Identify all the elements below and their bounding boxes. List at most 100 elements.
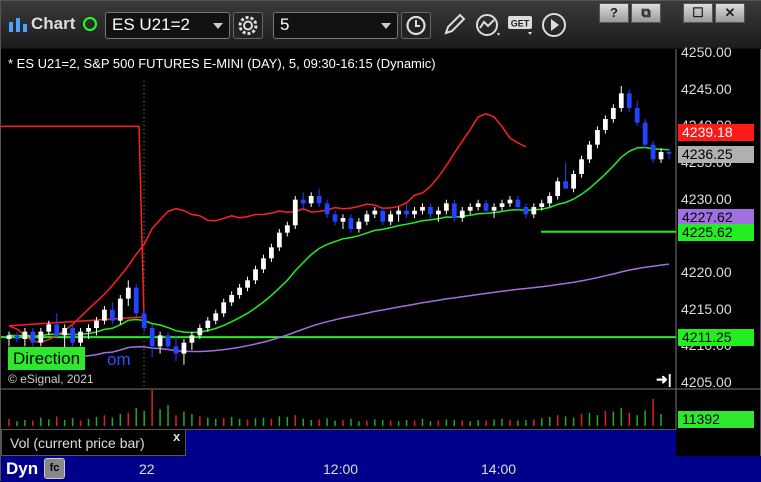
candle-body bbox=[316, 196, 322, 204]
candle-body bbox=[284, 225, 290, 233]
candle-body bbox=[308, 196, 314, 204]
settings-button[interactable] bbox=[233, 12, 263, 39]
chart-app-icon bbox=[9, 18, 27, 32]
candle-body bbox=[650, 144, 656, 160]
candle-body bbox=[38, 331, 44, 343]
scroll-to-end-icon[interactable]: ➜| bbox=[656, 371, 672, 388]
candle-body bbox=[436, 210, 441, 215]
time-label-day: 22 bbox=[139, 461, 155, 477]
candle-body bbox=[587, 144, 592, 160]
help-icon: ? bbox=[610, 5, 618, 20]
candle-body bbox=[46, 324, 52, 332]
candle-body bbox=[595, 130, 600, 145]
volume-label-bar: Vol (current price bar) x bbox=[1, 429, 186, 456]
play-icon[interactable] bbox=[539, 11, 569, 39]
candle-body bbox=[475, 203, 481, 207]
candle-body bbox=[205, 320, 211, 328]
candle-body bbox=[610, 108, 616, 119]
chevron-down-icon[interactable] bbox=[381, 23, 391, 29]
price-tick-label: 4220.00 bbox=[681, 264, 732, 280]
help-button[interactable]: ? bbox=[599, 3, 629, 23]
candle-body bbox=[634, 108, 640, 123]
candle-body bbox=[618, 93, 624, 108]
direction-tail-text: om bbox=[107, 350, 131, 369]
restore-button[interactable]: ⧉ bbox=[631, 3, 661, 23]
candle-body bbox=[62, 328, 68, 336]
candle-body bbox=[237, 287, 242, 295]
candle-body bbox=[515, 199, 521, 207]
get-icon[interactable]: GET bbox=[506, 11, 536, 39]
direction-label: Direction bbox=[8, 347, 86, 370]
chart-toolbar: Chart ES U21=2 5 GET ? ⧉ ☐ ✕ bbox=[1, 1, 761, 49]
candle-body bbox=[428, 207, 433, 215]
time-label-noon: 12:00 bbox=[323, 461, 359, 477]
candle-body bbox=[579, 159, 584, 174]
candle-body bbox=[133, 287, 139, 314]
price-tick-label: 4250.00 bbox=[681, 44, 732, 60]
candle-body bbox=[86, 328, 91, 332]
close-study-icon[interactable]: x bbox=[173, 429, 180, 444]
price-chart[interactable] bbox=[1, 49, 761, 429]
candle-body bbox=[30, 331, 36, 343]
dyn-label[interactable]: Dyn bbox=[6, 459, 38, 479]
candle-body bbox=[483, 203, 489, 211]
candle-body bbox=[491, 207, 497, 211]
candle-body bbox=[125, 287, 131, 299]
candle-body bbox=[6, 335, 12, 339]
pencil-icon[interactable] bbox=[439, 11, 469, 39]
candle-body bbox=[603, 119, 608, 130]
candle-body bbox=[276, 232, 282, 248]
candle-body bbox=[189, 335, 195, 343]
candle-body bbox=[459, 210, 465, 218]
candle-body bbox=[181, 342, 187, 354]
price-tick-label: 4205.00 bbox=[681, 374, 732, 390]
candle-body bbox=[78, 331, 83, 343]
interval-input[interactable]: 5 bbox=[273, 12, 398, 39]
candle-body bbox=[141, 313, 147, 328]
fc-icon[interactable]: fc bbox=[44, 458, 65, 479]
candle-body bbox=[412, 210, 417, 215]
price-marker-badge: 4239.18 bbox=[678, 124, 754, 142]
time-template-button[interactable] bbox=[401, 12, 431, 39]
candle-body bbox=[173, 346, 179, 354]
volume-value-badge: 11392 bbox=[678, 411, 754, 428]
candle-body bbox=[666, 152, 672, 154]
price-tick-label: 4245.00 bbox=[681, 80, 732, 97]
candle-body bbox=[157, 335, 163, 347]
candle-body bbox=[388, 214, 394, 222]
price-marker-badge: 4211.25 bbox=[678, 329, 754, 347]
green-moving-average bbox=[8, 146, 670, 337]
candle-body bbox=[539, 203, 545, 207]
candle-body bbox=[213, 313, 219, 321]
candle-body bbox=[443, 203, 449, 211]
volume-label: Vol (current price bar) bbox=[10, 435, 145, 451]
candle-body bbox=[523, 207, 529, 215]
study-icon[interactable] bbox=[473, 11, 503, 39]
candle-body bbox=[221, 302, 227, 314]
candle-body bbox=[499, 203, 505, 207]
candle-body bbox=[109, 309, 115, 321]
candle-body bbox=[356, 221, 362, 229]
maximize-icon: ☐ bbox=[692, 5, 704, 20]
candle-body bbox=[372, 210, 378, 215]
candle-body bbox=[332, 214, 338, 222]
candle-body bbox=[467, 207, 473, 211]
candle-body bbox=[420, 207, 425, 211]
price-tick-label: 4230.00 bbox=[681, 190, 732, 207]
chevron-down-icon[interactable] bbox=[213, 23, 223, 29]
candle-body bbox=[380, 210, 386, 222]
candle-body bbox=[507, 199, 513, 204]
candle-body bbox=[14, 335, 20, 339]
candle-body bbox=[300, 199, 306, 204]
candle-body bbox=[70, 328, 75, 343]
price-tick-label: 4215.00 bbox=[681, 300, 732, 317]
symbol-input[interactable]: ES U21=2 bbox=[105, 12, 230, 39]
symbol-value: ES U21=2 bbox=[112, 15, 190, 34]
candle-body bbox=[571, 174, 576, 189]
close-button[interactable]: ✕ bbox=[715, 3, 745, 23]
gear-icon bbox=[238, 16, 258, 35]
chart-window: Chart ES U21=2 5 GET ? ⧉ ☐ ✕ * ES U21=2,… bbox=[0, 0, 761, 482]
candle-body bbox=[396, 210, 402, 215]
maximize-button[interactable]: ☐ bbox=[683, 3, 713, 23]
vwap-line bbox=[8, 263, 670, 360]
